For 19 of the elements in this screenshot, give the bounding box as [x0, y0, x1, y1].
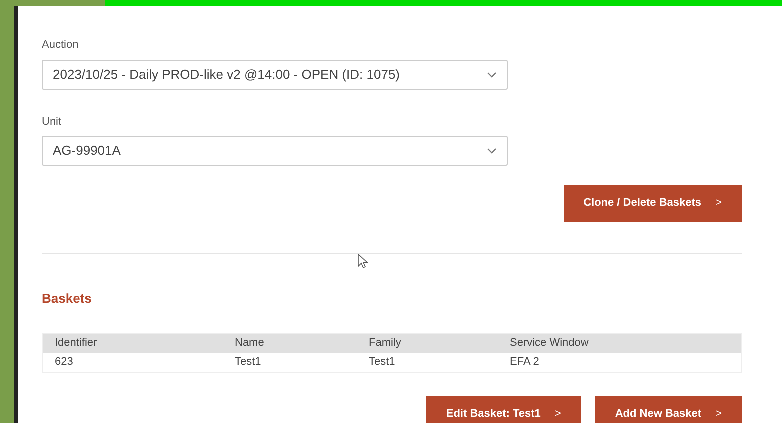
column-header: Name — [235, 336, 266, 352]
section-title: Baskets — [42, 290, 92, 308]
table-cell-text: EFA 2 — [510, 355, 540, 370]
table-cell-text: Test1 — [235, 355, 262, 370]
table-cell-text: 623 — [55, 355, 74, 370]
cursor-icon — [358, 254, 368, 269]
action-button[interactable]: Add New Basket > — [595, 396, 742, 423]
chevron-down-icon — [487, 72, 497, 78]
column-header: Service Window — [510, 336, 590, 352]
action-button[interactable]: Clone / Delete Baskets > — [564, 185, 742, 222]
field-label: Unit — [42, 114, 62, 130]
select-field[interactable]: 2023/10/25 - Daily PROD-like v2 @14:00 - OPEN (ID: 1075) — [42, 60, 508, 90]
table-cell-text: Test1 — [369, 355, 396, 370]
field-label: Auction — [42, 38, 79, 53]
action-button[interactable]: Edit Basket: Test1 > — [426, 396, 582, 423]
column-header: Identifier — [55, 336, 98, 352]
column-header: Family — [369, 336, 402, 352]
chevron-down-icon — [487, 148, 497, 154]
select-field[interactable]: AG-99901A — [42, 136, 508, 166]
